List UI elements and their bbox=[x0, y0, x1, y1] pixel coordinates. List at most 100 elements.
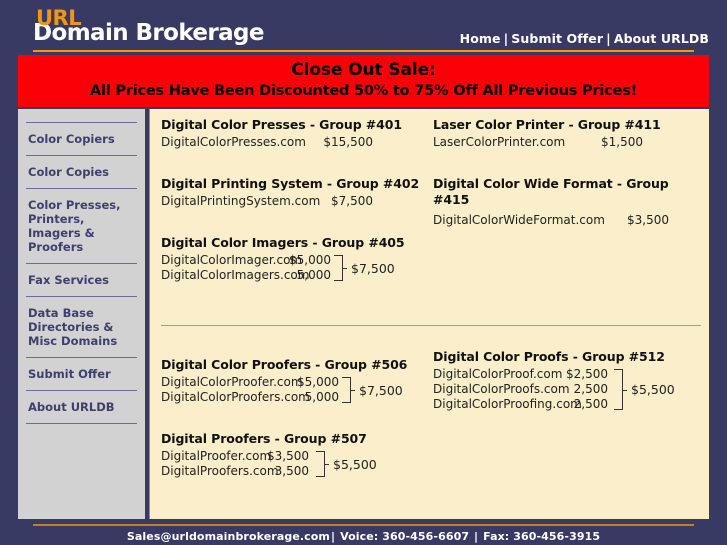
sidebar-item-submit-offer[interactable]: Submit Offer bbox=[26, 357, 137, 390]
grouped-rows: DigitalColorProof.com $2,500 DigitalColor… bbox=[433, 367, 611, 412]
listing-row: DigitalColorPresses.com $15,500 bbox=[161, 135, 433, 150]
group-title: Digital Color Proofs - Group #512 bbox=[433, 349, 665, 364]
group-bracket-icon bbox=[334, 255, 347, 281]
sidebar-bottom-rule bbox=[26, 423, 137, 424]
site-footer: Sales@urldomainbrokerage.com| Voice: 360… bbox=[0, 530, 727, 543]
grouped-rows: DigitalColorImager.com$5,000 DigitalColo… bbox=[161, 253, 331, 283]
sidebar-item-color-copiers[interactable]: Color Copiers bbox=[26, 122, 137, 155]
grouped-listing: DigitalProofer.com$3,500 DigitalProofers… bbox=[161, 449, 377, 479]
nav-link-submit-offer[interactable]: Submit Offer bbox=[511, 31, 603, 46]
domain-name[interactable]: DigitalColorWideFormat.com bbox=[433, 213, 611, 228]
listing-row: DigitalColorProof.com $2,500 bbox=[433, 367, 611, 382]
sale-banner-headline: Close Out Sale: bbox=[291, 60, 436, 80]
sale-banner-subline: All Prices Have Been Discounted 50% to 7… bbox=[89, 83, 638, 99]
header-divider-rule bbox=[33, 50, 694, 52]
listings-panel: Digital Color Presses - Group #401 Digit… bbox=[149, 109, 709, 519]
grouped-rows: DigitalProofer.com$3,500 DigitalProofers… bbox=[161, 449, 313, 479]
nav-separator-2: | bbox=[606, 31, 611, 46]
domain-name[interactable]: DigitalProofer.com bbox=[161, 449, 271, 464]
domain-price: $15,500 bbox=[323, 135, 373, 149]
footer-separator-2: | bbox=[474, 530, 479, 543]
domain-name[interactable]: LaserColorPrinter.com bbox=[433, 135, 585, 150]
listing-row: DigitalColorProofing.com2,500 bbox=[433, 397, 611, 412]
listing-group-507: Digital Proofers - Group #507 DigitalPro… bbox=[161, 431, 433, 479]
nav-link-home[interactable]: Home bbox=[460, 31, 501, 46]
category-sidebar: Color Copiers Color Copies Color Presses… bbox=[18, 109, 147, 519]
listing-group-411: Laser Color Printer - Group #411 LaserCo… bbox=[433, 117, 701, 150]
domain-price: $1,500 bbox=[601, 135, 643, 149]
domain-name[interactable]: DigitalColorProofers.com bbox=[161, 390, 310, 405]
close-out-sale-banner: Close Out Sale: All Prices Have Been Dis… bbox=[18, 55, 709, 107]
sidebar-item-color-copies[interactable]: Color Copies bbox=[26, 155, 137, 188]
listing-group-512: Digital Color Proofs - Group #512 Digita… bbox=[433, 349, 701, 412]
domain-price: $7,500 bbox=[331, 194, 373, 208]
logo-url-text: URL bbox=[36, 6, 82, 30]
group-title: Digital Printing System - Group #402 bbox=[161, 176, 420, 191]
sidebar-item-color-presses[interactable]: Color Presses, Printers, Imagers & Proof… bbox=[26, 188, 137, 263]
content-section-divider bbox=[161, 325, 701, 326]
domain-name[interactable]: DigitalPrintingSystem.com bbox=[161, 194, 320, 209]
grouped-rows: DigitalColorProofer.com$5,000 DigitalCol… bbox=[161, 375, 339, 405]
listings-column-top-left: Digital Color Presses - Group #401 Digit… bbox=[161, 117, 433, 287]
group-title: Digital Color Proofers - Group #506 bbox=[161, 357, 408, 372]
domain-name[interactable]: DigitalColorImager.com bbox=[161, 253, 302, 268]
domain-name[interactable]: DigitalColorImagers.com bbox=[161, 268, 309, 283]
site-logo[interactable]: URL Domain Brokerage bbox=[33, 6, 265, 50]
nav-link-about-urldb[interactable]: About URLDB bbox=[614, 31, 709, 46]
grouped-listing: DigitalColorProofer.com$5,000 DigitalCol… bbox=[161, 375, 403, 405]
listing-row: LaserColorPrinter.com $1,500 bbox=[433, 135, 701, 150]
site-header: URL Domain Brokerage Home | Submit Offer | A… bbox=[0, 0, 727, 55]
domain-price: 5,000 bbox=[304, 390, 339, 404]
grouped-listing: DigitalColorImager.com$5,000 DigitalColo… bbox=[161, 253, 395, 283]
group-title: Digital Color Wide Format - Group #415 bbox=[433, 176, 669, 207]
page-root: URL Domain Brokerage Home | Submit Offer | A… bbox=[0, 0, 727, 545]
footer-fax: Fax: 360-456-3915 bbox=[483, 530, 601, 543]
domain-price: 2,500 bbox=[573, 382, 608, 396]
group-title: Digital Color Presses - Group #401 bbox=[161, 117, 402, 132]
listing-row: DigitalColorProofers.com5,000 bbox=[161, 390, 339, 405]
domain-price: 5,000 bbox=[296, 268, 331, 282]
listing-group-401: Digital Color Presses - Group #401 Digit… bbox=[161, 117, 433, 150]
footer-email[interactable]: Sales@urldomainbrokerage.com bbox=[127, 530, 330, 543]
footer-divider-rule bbox=[33, 524, 694, 526]
domain-price: $2,500 bbox=[566, 367, 608, 381]
domain-name[interactable]: DigitalProofers.com bbox=[161, 464, 279, 479]
listing-row: DigitalColorProofs.com 2,500 bbox=[433, 382, 611, 397]
listing-group-415: Digital Color Wide Format - Group #415 D… bbox=[433, 176, 701, 228]
domain-name[interactable]: DigitalColorPresses.com bbox=[161, 135, 311, 150]
sidebar-item-about-urldb[interactable]: About URLDB bbox=[26, 390, 137, 423]
listing-group-405: Digital Color Imagers - Group #405 Digit… bbox=[161, 235, 433, 283]
listing-row: DigitalPrintingSystem.com $7,500 bbox=[161, 194, 433, 209]
footer-voice: Voice: 360-456-6607 bbox=[340, 530, 470, 543]
listing-group-506: Digital Color Proofers - Group #506 Digi… bbox=[161, 357, 433, 405]
listing-row: DigitalProofer.com$3,500 bbox=[161, 449, 313, 464]
group-title: Digital Proofers - Group #507 bbox=[161, 431, 367, 446]
group-bracket-icon bbox=[316, 451, 329, 477]
sidebar-item-data-base-directories[interactable]: Data Base Directories & Misc Domains bbox=[26, 296, 137, 357]
group-bracket-icon bbox=[614, 369, 627, 410]
domain-name[interactable]: DigitalColorProofing.com bbox=[433, 397, 582, 412]
grouped-listing: DigitalColorProof.com $2,500 DigitalColor… bbox=[433, 367, 675, 412]
nav-separator-1: | bbox=[503, 31, 509, 46]
domain-name[interactable]: DigitalColorProofs.com bbox=[433, 382, 570, 397]
listing-row: DigitalColorWideFormat.com $3,500 bbox=[433, 213, 701, 228]
listing-row: DigitalColorImager.com$5,000 bbox=[161, 253, 331, 268]
group-total-price: $7,500 bbox=[351, 260, 395, 276]
domain-price: 2,500 bbox=[573, 397, 608, 411]
listings-column-top-right: Laser Color Printer - Group #411 LaserCo… bbox=[433, 117, 701, 232]
group-total-price: $7,500 bbox=[359, 382, 403, 398]
group-title: Digital Color Imagers - Group #405 bbox=[161, 235, 405, 250]
group-title: Laser Color Printer - Group #411 bbox=[433, 117, 661, 132]
domain-name[interactable]: DigitalColorProof.com bbox=[433, 367, 562, 382]
domain-name[interactable]: DigitalColorProofer.com bbox=[161, 375, 303, 390]
listing-row: DigitalProofers.com3,500 bbox=[161, 464, 313, 479]
sidebar-item-fax-services[interactable]: Fax Services bbox=[26, 263, 137, 296]
group-total-price: $5,500 bbox=[333, 456, 377, 472]
group-bracket-icon bbox=[342, 377, 355, 403]
group-total-price: $5,500 bbox=[631, 382, 675, 397]
domain-price: $3,500 bbox=[267, 449, 309, 463]
listing-group-402: Digital Printing System - Group #402 Dig… bbox=[161, 176, 433, 209]
domain-price: $5,000 bbox=[289, 253, 331, 267]
footer-separator-1: | bbox=[331, 530, 336, 543]
sidebar-top-spacer bbox=[26, 109, 137, 122]
